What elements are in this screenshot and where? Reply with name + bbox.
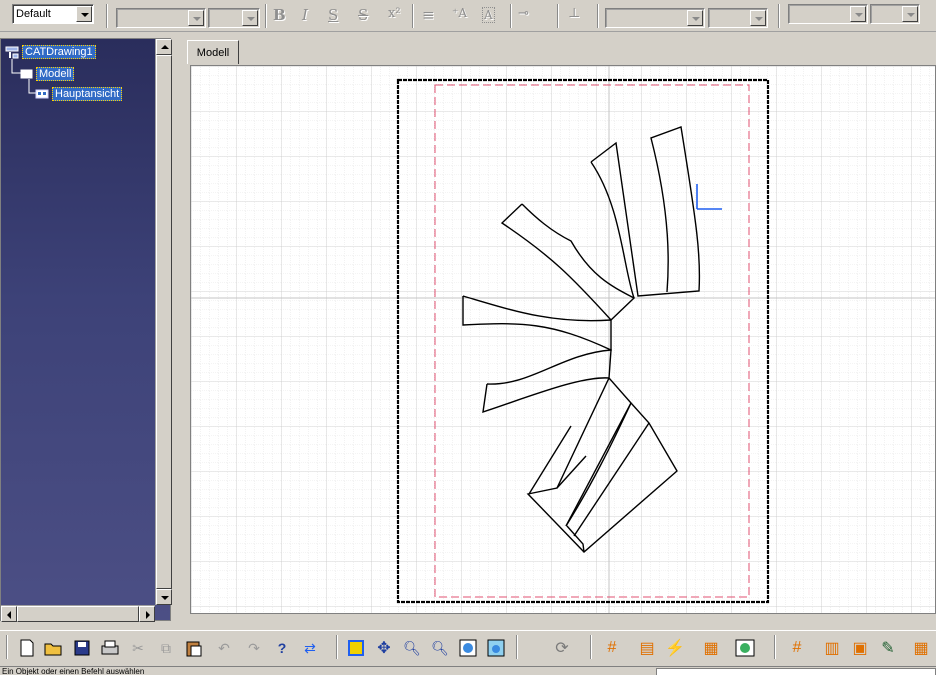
strikethrough-icon[interactable]: S xyxy=(358,6,368,24)
scroll-left-button[interactable] xyxy=(1,606,17,622)
tab-modell-label: Modell xyxy=(196,46,230,59)
text-properties-toolbar: Default B I S S x² ≡ ⁺A A ⊸ ⊥ xyxy=(0,0,936,32)
print-icon[interactable] xyxy=(99,637,121,659)
superscript-icon[interactable]: x² xyxy=(388,6,401,21)
undo-icon[interactable]: ↶ xyxy=(213,637,235,659)
toolbar-separator xyxy=(106,4,108,28)
grid-icon[interactable]: # xyxy=(601,637,623,659)
toolbar-separator xyxy=(774,635,776,659)
line-type-combo[interactable] xyxy=(605,8,705,28)
toolbar-separator xyxy=(516,635,518,659)
view-from-3d-icon[interactable] xyxy=(734,637,756,659)
chevron-down-icon[interactable] xyxy=(242,10,258,26)
analysis-icon[interactable]: ⚡ xyxy=(664,637,686,659)
drawing-tree-icon xyxy=(5,46,20,59)
style-combo[interactable]: Default xyxy=(12,4,94,24)
italic-icon[interactable]: I xyxy=(302,6,308,24)
chevron-down-icon[interactable] xyxy=(750,10,766,26)
status-bar: Ein Objekt oder einen Befehl auswählen xyxy=(0,666,936,675)
toolbar-separator xyxy=(412,4,414,28)
tree-node-root-label: CATDrawing1 xyxy=(22,45,96,59)
toolbar-separator xyxy=(265,4,267,28)
dimension-style-combo[interactable] xyxy=(788,4,868,24)
drawing-svg[interactable] xyxy=(191,66,936,614)
multi-view-icon[interactable] xyxy=(485,637,507,659)
tree-node-view[interactable]: Hauptansicht xyxy=(35,87,123,101)
tree-node-sheet[interactable]: Modell xyxy=(19,67,75,81)
anchor-point-icon[interactable]: ⊸ xyxy=(518,6,529,21)
specification-tree: CATDrawing1 Modell Hauptansicht xyxy=(0,38,172,622)
chevron-down-icon[interactable] xyxy=(188,10,204,26)
drawing-canvas[interactable] xyxy=(190,65,936,614)
standard-toolbar: ✂ ⧉ ↶ ↷ ? ⇄ ✥ 🔍︎ 🔍︎ ⟳ # ▤ ⚡ ▦ # ▥ ▣ ✎ ▦ xyxy=(0,630,936,666)
zoom-out-icon[interactable]: 🔍︎ xyxy=(429,637,451,659)
tree-vertical-scrollbar[interactable] xyxy=(155,39,172,605)
view-icon xyxy=(35,88,50,100)
fit-all-icon[interactable] xyxy=(345,637,367,659)
scroll-down-button[interactable] xyxy=(156,589,172,605)
tree-node-root[interactable]: CATDrawing1 xyxy=(5,45,96,59)
cut-icon[interactable]: ✂ xyxy=(127,637,149,659)
chevron-down-icon[interactable] xyxy=(850,6,866,22)
grid-snap-icon[interactable]: # xyxy=(786,637,808,659)
status-message: Ein Objekt oder einen Befehl auswählen xyxy=(2,667,145,675)
tab-modell[interactable]: Modell xyxy=(187,40,239,64)
align-left-icon[interactable]: ≡ xyxy=(422,6,435,24)
open-file-icon[interactable] xyxy=(43,637,65,659)
underline-icon[interactable]: S xyxy=(328,6,338,24)
update-icon[interactable]: ⟳ xyxy=(551,637,573,659)
tree-connectors xyxy=(11,59,37,94)
swap-visible-icon[interactable]: ⇄ xyxy=(299,637,321,659)
toolbar-separator xyxy=(6,635,8,659)
save-icon[interactable] xyxy=(71,637,93,659)
scroll-right-button[interactable] xyxy=(139,606,155,622)
whats-this-icon[interactable]: ? xyxy=(271,637,293,659)
line-weight-combo[interactable] xyxy=(708,8,768,28)
copy-icon[interactable]: ⧉ xyxy=(155,637,177,659)
frame-icon[interactable]: ▥ xyxy=(821,637,843,659)
chevron-down-icon[interactable] xyxy=(687,10,703,26)
new-file-icon[interactable] xyxy=(16,637,38,659)
dimension-icon[interactable]: ▦ xyxy=(700,637,722,659)
redo-icon[interactable]: ↷ xyxy=(243,637,265,659)
pan-icon[interactable]: ✥ xyxy=(373,637,395,659)
text-box-icon[interactable]: A xyxy=(482,7,495,23)
style-combo-value: Default xyxy=(16,8,51,20)
title-block-icon[interactable]: ▣ xyxy=(849,637,871,659)
catia-drafting-window: Default B I S S x² ≡ ⁺A A ⊸ ⊥ CATDrawing… xyxy=(0,0,936,675)
drawing-sheet-area: Modell xyxy=(181,38,936,618)
generate-icon[interactable]: ▦ xyxy=(910,637,932,659)
cursor-icon[interactable]: ✎ xyxy=(877,637,899,659)
text-frame-icon[interactable]: ⁺A xyxy=(452,6,467,20)
symbol-icon[interactable]: ⊥ xyxy=(568,6,580,21)
toolbar-separator xyxy=(597,4,599,28)
tree-node-sheet-label: Modell xyxy=(36,67,75,81)
normal-view-icon[interactable] xyxy=(457,637,479,659)
font-size-combo[interactable] xyxy=(208,8,260,28)
command-input[interactable] xyxy=(656,668,936,675)
toolbar-separator xyxy=(510,4,512,28)
paste-icon[interactable] xyxy=(183,637,205,659)
font-name-combo[interactable] xyxy=(116,8,206,28)
toolbar-separator xyxy=(590,635,592,659)
sheet-icon[interactable]: ▤ xyxy=(636,637,658,659)
canvas-grid xyxy=(191,66,935,613)
chevron-down-icon[interactable] xyxy=(902,6,918,22)
toolbar-separator xyxy=(336,635,338,659)
tree-horizontal-scrollbar[interactable] xyxy=(1,605,155,622)
scroll-thumb[interactable] xyxy=(17,606,139,622)
scroll-thumb[interactable] xyxy=(156,55,172,589)
chevron-down-icon[interactable] xyxy=(76,6,92,22)
tolerance-combo[interactable] xyxy=(870,4,920,24)
zoom-in-icon[interactable]: 🔍︎ xyxy=(401,637,423,659)
bold-icon[interactable]: B xyxy=(273,6,286,24)
tree-node-view-label: Hauptansicht xyxy=(52,87,123,101)
toolbar-separator xyxy=(557,4,559,28)
canvas-bottom-edge xyxy=(190,614,936,618)
sheet-icon xyxy=(19,68,34,80)
toolbar-separator xyxy=(778,4,780,28)
scroll-up-button[interactable] xyxy=(156,39,172,55)
